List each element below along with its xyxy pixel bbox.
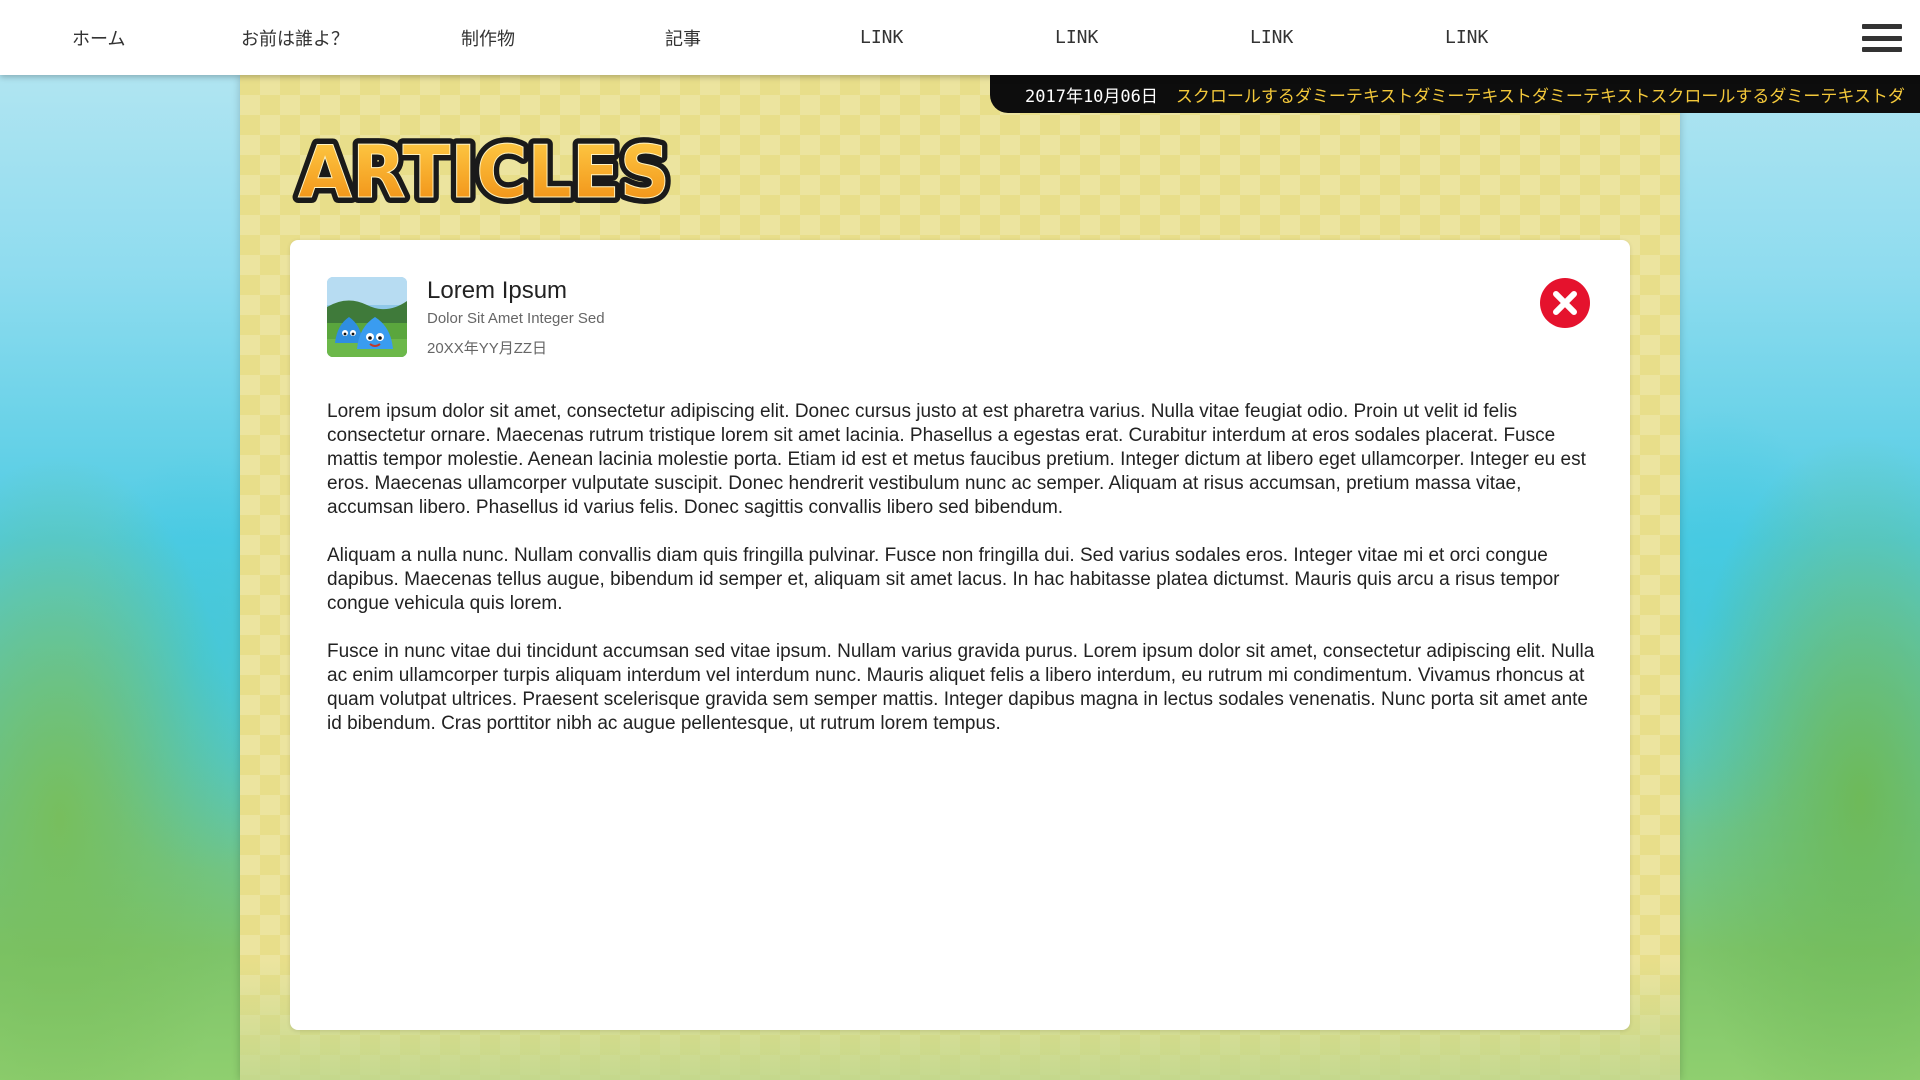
close-icon [1553,291,1577,315]
article-subtitle: Dolor Sit Amet Integer Sed [427,310,605,327]
thumbnail-image [327,277,407,357]
nav-item-link-2[interactable]: LINK [1055,0,1098,75]
article-paragraph-1: Lorem ipsum dolor sit amet, consectetur … [327,401,1586,518]
hamburger-line [1862,35,1902,41]
hamburger-line [1862,47,1902,52]
logo-text: ARTICLES [298,130,670,214]
nav-item-articles[interactable]: 記事 [665,0,701,75]
top-navigation-bar: ホーム お前は誰よ？ 制作物 記事 LINK LINK LINK LINK [0,0,1920,75]
article-date: 20XX年YY月ZZ日 [427,340,548,357]
article-title: Lorem Ipsum [427,277,568,304]
nav-item-home[interactable]: ホーム [72,0,125,75]
nav-item-works[interactable]: 制作物 [461,0,515,75]
nav-item-about[interactable]: お前は誰よ？ [241,0,349,75]
news-ticker: 2017年10月06日 スクロールするダミーテキストダミーテキストダミーテキスト… [990,75,1920,113]
ticker-text: スクロールするダミーテキストダミーテキストダミーテキストスクロールするダミーテキ… [1175,86,1905,107]
hamburger-icon[interactable] [1862,24,1902,52]
nav-item-link-1[interactable]: LINK [860,0,903,75]
nav-item-link-4[interactable]: LINK [1445,0,1488,75]
article-body: Lorem ipsum dolor sit amet, consectetur … [327,400,1597,760]
hamburger-line [1862,24,1902,29]
article-paragraph-3: Fusce in nunc vitae dui tincidunt accums… [327,641,1595,734]
blue-slime-thumbnail [327,277,407,357]
articles-logo-graphic: ARTICLES ARTICLES [292,125,676,215]
articles-logo: ARTICLES ARTICLES [290,125,680,215]
nav-item-link-3[interactable]: LINK [1250,0,1293,75]
article-paragraph-2: Aliquam a nulla nunc. Nullam convallis d… [327,545,1560,614]
article-card: Lorem Ipsum Dolor Sit Amet Integer Sed 2… [290,240,1630,1030]
close-button[interactable] [1540,278,1590,328]
ticker-date: 2017年10月06日 [1025,86,1158,107]
